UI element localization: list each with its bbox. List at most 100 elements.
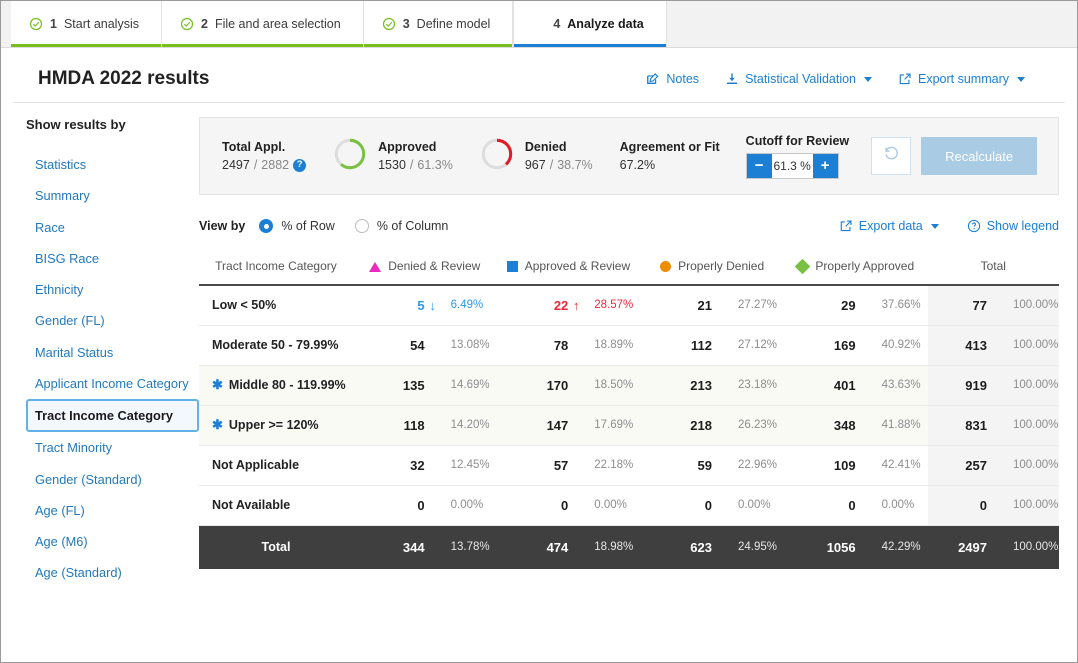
- sidebar-item-age-fl[interactable]: Age (FL): [26, 495, 199, 526]
- wizard-tab-2[interactable]: 2File and area selection: [162, 1, 364, 47]
- wizard-tab-1[interactable]: 1Start analysis: [11, 1, 162, 47]
- total-cell: 62324.95%: [640, 525, 784, 569]
- column-header-denied-review: Denied & Review: [353, 253, 497, 285]
- approved-value: 1530 / 61.3%: [378, 156, 453, 174]
- wizard-tab-3[interactable]: 3Define model: [364, 1, 514, 47]
- table-row[interactable]: Low < 50%5↓6.49%22↑28.57%2127.27%2937.66…: [199, 285, 1059, 325]
- wizard-tabbar: 1Start analysis2File and area selection3…: [1, 1, 1077, 48]
- cell-count: 0: [678, 498, 712, 513]
- export-data-button[interactable]: Export data: [839, 219, 939, 233]
- table-cell: 5↓6.49%: [353, 285, 497, 325]
- sidebar-item-race[interactable]: Race: [26, 212, 199, 243]
- cell-percent: 100.00%: [1003, 499, 1055, 511]
- chevron-down-icon: [931, 224, 939, 229]
- cutoff-value[interactable]: 61.3 %: [772, 154, 813, 178]
- reset-button[interactable]: [871, 137, 911, 175]
- column-header-label: Properly Denied: [678, 259, 764, 274]
- export-summary-button[interactable]: Export summary: [898, 72, 1025, 86]
- header-actions: Notes Statistical Validation: [646, 72, 1025, 86]
- radio-percent-of-row[interactable]: % of Row: [259, 219, 335, 233]
- sidebar-item-applicant-income-category[interactable]: Applicant Income Category: [26, 368, 199, 399]
- cell-count: 112: [678, 338, 712, 353]
- cell-percent: 13.08%: [441, 339, 493, 351]
- denied-donut-chart: [480, 137, 514, 176]
- sidebar-item-bisg-race[interactable]: BISG Race: [26, 243, 199, 274]
- sidebar-item-age-standard[interactable]: Age (Standard): [26, 557, 199, 588]
- cell-percent: 12.45%: [441, 459, 493, 471]
- notes-button[interactable]: Notes: [646, 72, 699, 86]
- recalculate-button[interactable]: Recalculate: [921, 137, 1037, 175]
- total-cell: 344 13.78%: [353, 525, 497, 569]
- cell-count: 0: [391, 498, 425, 513]
- help-icon[interactable]: ?: [293, 159, 306, 172]
- application-window: 1Start analysis2File and area selection3…: [0, 0, 1078, 663]
- sidebar-item-gender-standard[interactable]: Gender (Standard): [26, 464, 199, 495]
- cutoff-for-review-control: Cutoff for Review − 61.3 % +: [746, 134, 849, 179]
- statistical-validation-button[interactable]: Statistical Validation: [725, 72, 872, 86]
- total-appl-separator: /: [254, 156, 257, 174]
- total-cell-percent: 13.78%: [441, 541, 493, 553]
- table-cell: 11814.20%: [353, 405, 497, 445]
- denied-count: 967: [525, 156, 546, 174]
- column-header-approved-review: Approved & Review: [497, 253, 641, 285]
- cutoff-label: Cutoff for Review: [746, 134, 849, 148]
- cell-count: 54: [391, 338, 425, 353]
- sidebar-item-summary[interactable]: Summary: [26, 180, 199, 211]
- total-cell-count: 623: [678, 540, 712, 555]
- table-row[interactable]: Moderate 50 - 79.99%5413.08%7818.89%1122…: [199, 325, 1059, 365]
- cell-count: 0: [953, 498, 987, 513]
- cell-count: 118: [391, 418, 425, 433]
- row-label-cell: ✱Middle 80 - 119.99%: [199, 365, 353, 405]
- table-row[interactable]: Not Applicable3212.45%5722.18%5922.96%10…: [199, 445, 1059, 485]
- table-cell: 00.00%: [497, 485, 641, 525]
- stat-approved: Approved 1530 / 61.3%: [333, 137, 453, 176]
- cell-percent: 43.63%: [872, 379, 924, 391]
- cutoff-increment-button[interactable]: +: [813, 154, 838, 178]
- table-cell: 2127.27%: [640, 285, 784, 325]
- cell-percent: 18.50%: [584, 379, 636, 391]
- sidebar-item-tract-income-category[interactable]: Tract Income Category: [26, 399, 199, 432]
- total-appl-value: 2497 / 2882 ?: [222, 156, 306, 174]
- sidebar-item-tract-minority[interactable]: Tract Minority: [26, 432, 199, 463]
- radio-percent-of-column[interactable]: % of Column: [355, 219, 449, 233]
- radio-percent-of-row-label: % of Row: [281, 219, 335, 233]
- wizard-tab-label: Start analysis: [64, 17, 139, 31]
- row-label: Low < 50%: [212, 298, 276, 312]
- table-body: Low < 50%5↓6.49%22↑28.57%2127.27%2937.66…: [199, 285, 1059, 569]
- sidebar-item-statistics[interactable]: Statistics: [26, 149, 199, 180]
- sidebar-item-gender-fl[interactable]: Gender (FL): [26, 305, 199, 336]
- wizard-tab-number: 2: [201, 17, 208, 31]
- total-cell-count: 344: [391, 540, 425, 555]
- denied-percent: 38.7%: [557, 156, 592, 174]
- table-cell: 00.00%: [784, 485, 928, 525]
- column-header-total: Total: [928, 253, 1059, 285]
- table-total-row: Total34413.78%47418.98%62324.95%105642.2…: [199, 525, 1059, 569]
- cell-count: 78: [534, 338, 568, 353]
- external-link-icon: [839, 219, 853, 233]
- cell-count: 213: [678, 378, 712, 393]
- question-circle-icon: [967, 219, 981, 233]
- table-row[interactable]: ✱Upper >= 120%11814.20%14717.69%21826.23…: [199, 405, 1059, 445]
- row-label-cell: Low < 50%: [199, 285, 353, 325]
- cutoff-decrement-button[interactable]: −: [747, 154, 772, 178]
- table-cell: 919100.00%: [928, 365, 1059, 405]
- total-cell: 47418.98%: [497, 525, 641, 569]
- cell-percent: 18.89%: [584, 339, 636, 351]
- chevron-down-icon: [1017, 77, 1025, 82]
- total-cell: 105642.29%: [784, 525, 928, 569]
- sidebar-item-ethnicity[interactable]: Ethnicity: [26, 274, 199, 305]
- column-header-label: Tract Income Category: [199, 259, 353, 274]
- table-cell: 21323.18%: [640, 365, 784, 405]
- show-legend-button[interactable]: Show legend: [967, 219, 1059, 233]
- sidebar-item-age-m6[interactable]: Age (M6): [26, 526, 199, 557]
- table-row[interactable]: ✱Middle 80 - 119.99%13514.69%17018.50%21…: [199, 365, 1059, 405]
- sidebar-item-marital-status[interactable]: Marital Status: [26, 337, 199, 368]
- cell-percent: 40.92%: [872, 339, 924, 351]
- wizard-tab-4[interactable]: 4Analyze data: [513, 1, 666, 47]
- table-cell: 0 0.00%: [640, 485, 784, 525]
- arrow-up-icon: ↑: [568, 298, 584, 313]
- table-row[interactable]: Not Available00.00%00.00%00.00%00.00%010…: [199, 485, 1059, 525]
- legend-triangle-icon: [369, 262, 381, 272]
- cell-percent: 0.00%: [728, 499, 780, 511]
- export-data-label: Export data: [859, 219, 923, 233]
